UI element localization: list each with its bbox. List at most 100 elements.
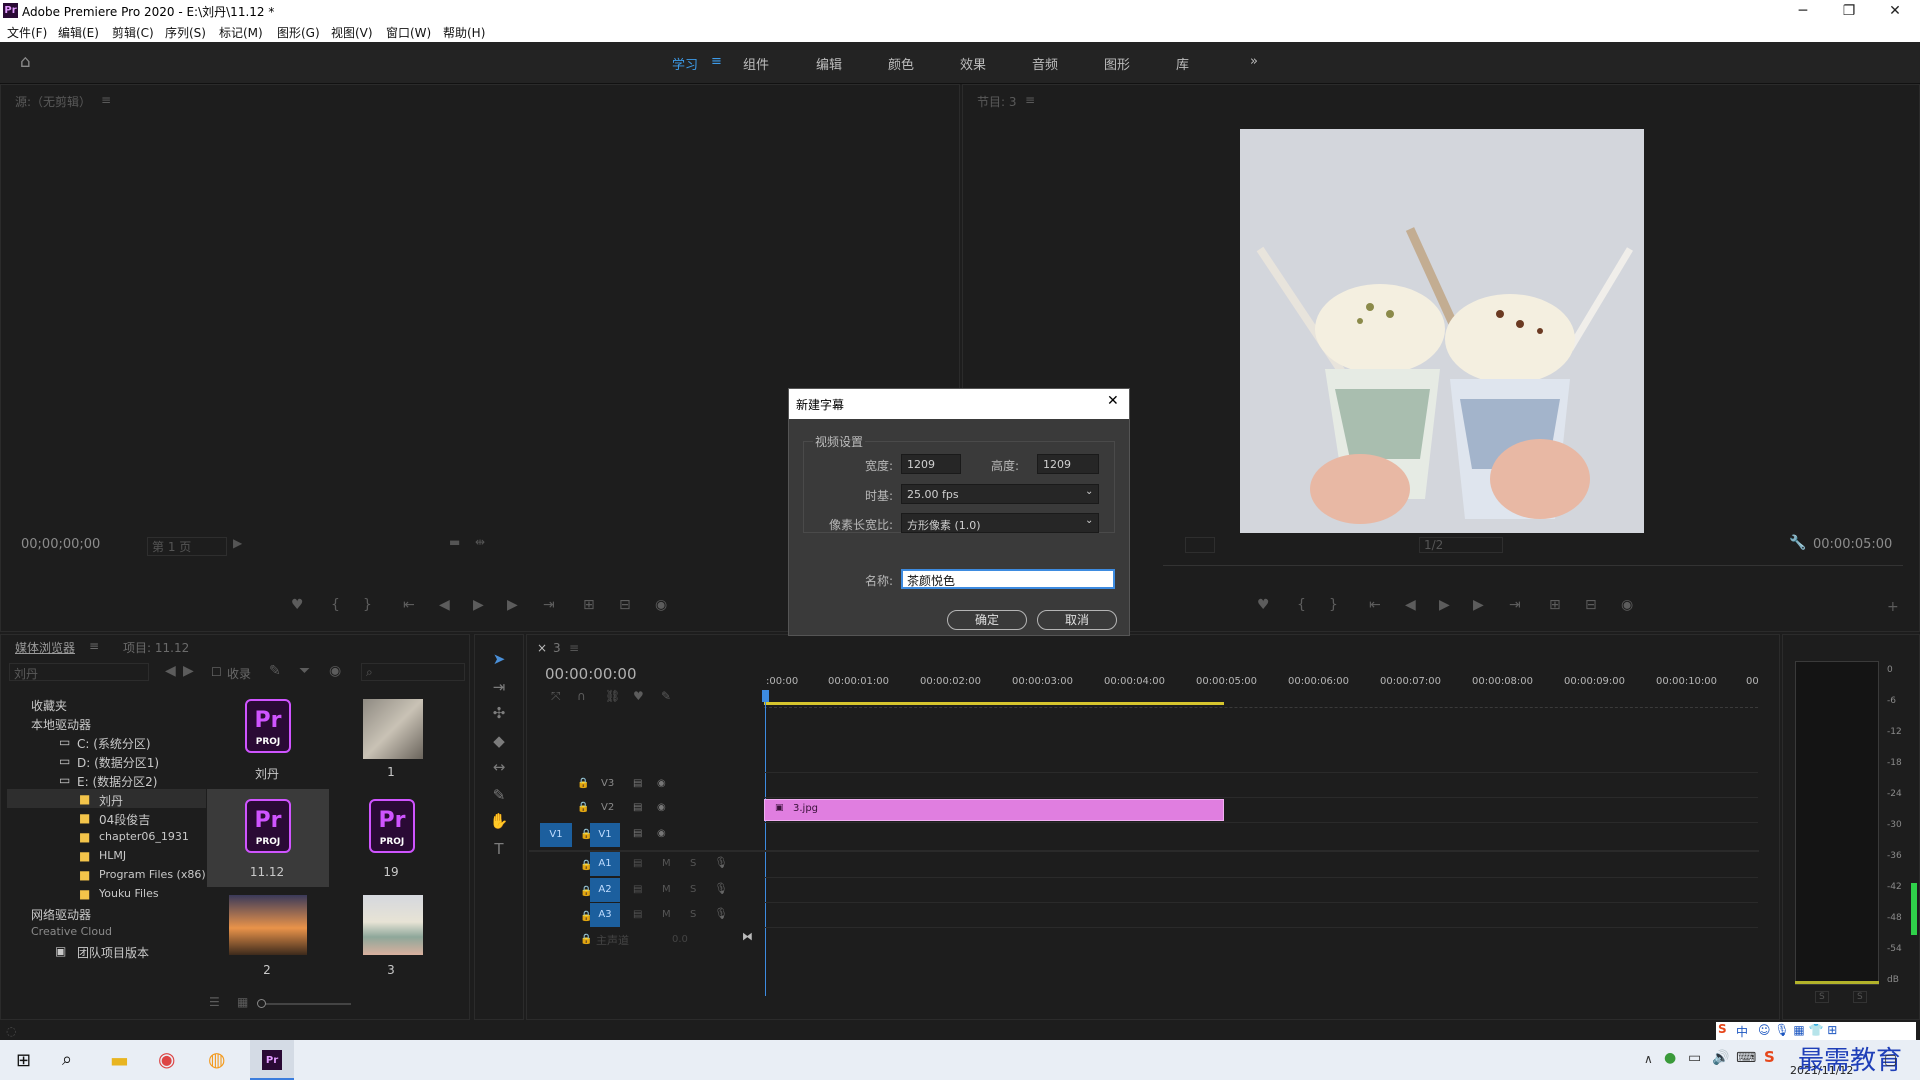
voiceover-mic-icon[interactable]: 🎙 (714, 882, 728, 895)
step-back-icon[interactable]: ◀ (439, 597, 450, 613)
export-frame-icon[interactable]: ◉ (655, 597, 667, 613)
chrome-icon[interactable]: ◉ (158, 1047, 175, 1071)
eye-icon[interactable]: ◉ (657, 828, 666, 839)
notification-icon[interactable]: ▢ (1884, 1052, 1897, 1068)
thumbnail-item-selected[interactable]: Pr PROJ 11.12 (207, 789, 329, 887)
solo-left-button[interactable]: S (1815, 991, 1829, 1003)
wrench-icon[interactable]: ✎ (269, 663, 281, 679)
tree-item-hlmj[interactable]: HLMJ (99, 849, 126, 862)
sync-lock-icon[interactable]: ▤ (633, 909, 642, 920)
workspace-tab-audio[interactable]: 音频 (1032, 54, 1058, 73)
lift-icon[interactable]: ⊞ (1549, 597, 1561, 613)
go-to-in-icon[interactable]: ⇤ (403, 597, 415, 613)
mute-button[interactable]: M (662, 858, 671, 869)
premiere-taskbar-button[interactable]: Pr (250, 1040, 294, 1080)
mark-in-icon[interactable]: { (1297, 597, 1306, 613)
add-marker-icon[interactable]: ♥ (291, 597, 304, 613)
sync-lock-icon[interactable]: ▤ (633, 828, 642, 839)
tree-item-network-drives[interactable]: 网络驱动器 (31, 906, 91, 923)
settings-small-icon[interactable]: ▬ (449, 535, 460, 549)
tray-app-icon[interactable]: ● (1664, 1050, 1676, 1066)
tree-item-youku[interactable]: Youku Files (99, 887, 159, 900)
insert-icon[interactable]: ⊞ (583, 597, 595, 613)
menu-clip[interactable]: 剪辑(C) (112, 24, 154, 41)
add-marker-icon[interactable]: ♥ (633, 689, 644, 703)
panel-menu-icon[interactable]: ≡ (1025, 93, 1035, 107)
add-marker-icon[interactable]: ♥ (1257, 597, 1270, 613)
go-to-in-icon[interactable]: ⇤ (1369, 597, 1381, 613)
workspace-tab-graphics[interactable]: 图形 (1104, 54, 1130, 73)
network-icon[interactable]: ▭ (1688, 1050, 1701, 1066)
workspace-tab-libraries[interactable]: 库 (1176, 54, 1189, 73)
cancel-button[interactable]: 取消 (1037, 610, 1117, 630)
panel-menu-icon[interactable]: ≡ (101, 93, 111, 107)
timeline-clip[interactable]: ▣ 3.jpg (764, 799, 1224, 821)
home-icon[interactable]: ⌂ (20, 52, 31, 72)
eye-icon[interactable]: ◉ (657, 778, 666, 789)
solo-right-button[interactable]: S (1853, 991, 1867, 1003)
add-button-icon[interactable]: + (1887, 599, 1899, 615)
tab-project[interactable]: 项目: 11.12 (123, 639, 189, 656)
menu-edit[interactable]: 编辑(E) (58, 24, 99, 41)
tree-item-drive-c[interactable]: C: (系统分区) (77, 735, 151, 752)
location-select[interactable]: 刘丹 (9, 663, 149, 681)
go-to-out-icon[interactable]: ⇥ (543, 597, 555, 613)
track-target-v1[interactable]: V1 (590, 823, 620, 847)
step-forward-icon[interactable]: ▶ (1473, 597, 1484, 613)
panel-menu-icon[interactable]: ≡ (89, 639, 99, 653)
selection-tool-icon[interactable]: ➤ (486, 650, 512, 672)
workspace-tab-learn[interactable]: 学习 (672, 54, 698, 73)
windows-start-icon[interactable]: ⊞ (16, 1050, 31, 1071)
play-button-icon[interactable]: ▶ (473, 597, 484, 613)
mark-in-icon[interactable]: { (331, 597, 340, 613)
timebase-select[interactable]: 25.00 fps (901, 484, 1099, 504)
search-icon[interactable]: ⌕ (62, 1049, 72, 1070)
sync-lock-icon[interactable]: ▤ (633, 858, 642, 869)
slip-tool-icon[interactable]: ↔ (486, 758, 512, 780)
snap-icon[interactable]: ∩ (577, 689, 586, 703)
icon-view-icon[interactable]: ▦ (237, 995, 248, 1009)
timeline-timecode[interactable]: 00:00:00:00 (545, 665, 637, 683)
track-target-a1[interactable]: A1 (590, 852, 620, 876)
thumbnail-size-slider[interactable] (259, 1003, 351, 1005)
menu-view[interactable]: 视图(V) (331, 24, 373, 41)
pixel-aspect-select[interactable]: 方形像素 (1.0) (901, 513, 1099, 533)
sync-lock-icon[interactable]: ▤ (633, 884, 642, 895)
view-icon[interactable]: ◉ (329, 663, 341, 679)
overwrite-icon[interactable]: ⊟ (619, 597, 631, 613)
sync-lock-icon[interactable]: ▤ (633, 778, 642, 789)
ok-button[interactable]: 确定 (947, 610, 1027, 630)
playhead-handle[interactable] (762, 690, 769, 702)
go-to-out-icon[interactable]: ⇥ (1509, 597, 1521, 613)
app-icon[interactable]: ◍ (208, 1047, 225, 1071)
fit-select[interactable] (1185, 537, 1215, 553)
zoom-select[interactable]: 1/2 (1419, 537, 1503, 553)
track-label-v2[interactable]: V2 (601, 802, 614, 813)
workspace-more-button[interactable]: » (1250, 54, 1258, 69)
workspace-tab-editing[interactable]: 编辑 (816, 54, 842, 73)
menu-graphics[interactable]: 图形(G) (277, 24, 320, 41)
track-target-a3[interactable]: A3 (590, 903, 620, 927)
menu-help[interactable]: 帮助(H) (443, 24, 485, 41)
tree-item-favorites[interactable]: 收藏夹 (31, 697, 67, 714)
menu-file[interactable]: 文件(F) (7, 24, 47, 41)
expand-icon[interactable]: ⇹ (475, 535, 485, 549)
workspace-tab-color[interactable]: 颜色 (888, 54, 914, 73)
lock-icon[interactable]: 🔒 (580, 934, 592, 945)
volume-icon[interactable]: 🔊 (1712, 1050, 1729, 1066)
program-monitor-title[interactable]: 节目: 3 (977, 93, 1017, 110)
thumbnail-item[interactable]: 2 (207, 887, 329, 985)
tree-item-creative-cloud[interactable]: Creative Cloud (31, 925, 112, 938)
close-window-button[interactable]: ✕ (1872, 0, 1918, 22)
tree-item-liudan[interactable]: 刘丹 (99, 792, 123, 809)
mark-out-icon[interactable]: } (363, 597, 372, 613)
nest-icon[interactable]: ⤧ (551, 689, 561, 704)
workspace-tab-assembly[interactable]: 组件 (743, 54, 769, 73)
solo-button[interactable]: S (690, 858, 696, 869)
voiceover-mic-icon[interactable]: 🎙 (714, 856, 728, 869)
ingest-checkbox[interactable]: ☐ (211, 665, 222, 679)
mark-out-icon[interactable]: } (1329, 597, 1338, 613)
tree-item-drive-e[interactable]: E: (数据分区2) (77, 773, 157, 790)
track-target-a2[interactable]: A2 (590, 878, 620, 902)
search-input[interactable]: ⌕ (361, 663, 465, 681)
